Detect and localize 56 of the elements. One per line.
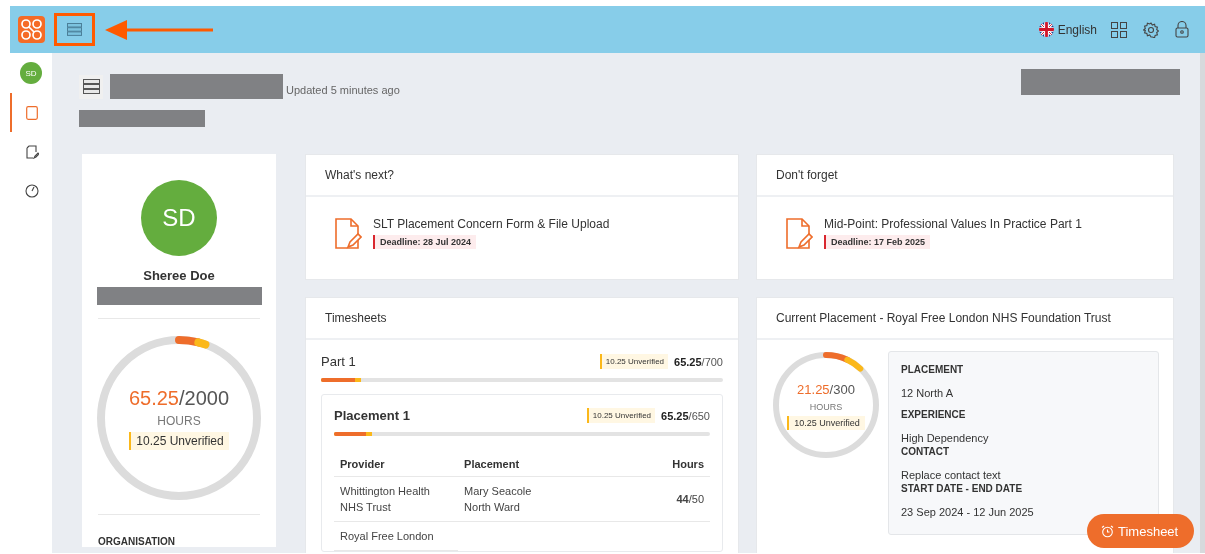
user-avatar: SD xyxy=(141,180,217,256)
column-header: Provider xyxy=(334,452,459,477)
hours-value: 21.25 xyxy=(797,382,830,397)
flag-icon xyxy=(1038,22,1054,37)
page-icon xyxy=(26,105,38,120)
deadline-badge: Deadline: 17 Feb 2025 xyxy=(824,235,931,249)
table-cell: 44/50 xyxy=(608,476,710,522)
hours-label: HOURS xyxy=(809,402,843,412)
card-title: What's next? xyxy=(325,168,394,182)
hours-count: 65.25/650 xyxy=(661,409,710,422)
table-cell: Royal Free London xyxy=(334,521,459,551)
detail-value: High Dependency xyxy=(901,432,990,444)
hours-value: 65.25 xyxy=(128,386,179,409)
gauge-icon xyxy=(25,183,39,198)
detail-value: 12 North A xyxy=(901,387,954,399)
table-cell: Mary Seacole North Ward xyxy=(458,476,609,522)
task-link[interactable]: Mid-Point: Professional Values In Practice Part 1 xyxy=(824,217,1082,231)
unverified-badge: 10.25 Unverified xyxy=(599,354,669,369)
detail-label: PLACEMENT xyxy=(901,364,965,375)
settings-icon[interactable] xyxy=(1143,21,1159,38)
section-title: Placement 1 xyxy=(334,408,410,423)
column-header: Hours xyxy=(608,452,710,477)
detail-label: CONTACT xyxy=(901,446,951,457)
lock-icon[interactable] xyxy=(1175,21,1189,38)
unverified-badge: 10.25 Unverified xyxy=(787,416,865,430)
section-heading: ORGANISATION xyxy=(98,536,176,547)
document-edit-icon xyxy=(334,217,362,251)
deadline-badge: Deadline: 28 Jul 2024 xyxy=(373,235,477,249)
grid-icon[interactable] xyxy=(1111,21,1127,38)
detail-value: 23 Sep 2024 - 12 Jun 2025 xyxy=(901,506,1035,518)
hours-label: HOURS xyxy=(157,413,201,428)
column-header: Placement xyxy=(458,452,609,477)
hours-total: /2000 xyxy=(179,386,230,409)
detail-label: START DATE - END DATE xyxy=(901,483,1024,494)
document-edit-icon xyxy=(25,144,39,159)
document-edit-icon xyxy=(785,217,813,251)
updated-time: Updated 5 minutes ago xyxy=(286,83,400,96)
list-icon xyxy=(82,79,100,94)
section-title: Part 1 xyxy=(321,354,356,369)
table-cell: Whittington Health NHS Trust xyxy=(334,476,459,522)
unverified-badge: 10.25 Unverified xyxy=(129,431,229,450)
alarm-clock-icon xyxy=(1101,524,1114,538)
hours-total: /300 xyxy=(829,382,855,397)
card-title: Don't forget xyxy=(776,168,838,182)
hours-count: 65.25/700 xyxy=(674,355,723,368)
task-link[interactable]: SLT Placement Concern Form & File Upload xyxy=(373,217,610,231)
detail-value: Replace contact text xyxy=(901,469,1002,481)
menu-icon xyxy=(67,23,82,36)
user-name: Sheree Doe xyxy=(143,268,215,283)
detail-label: EXPERIENCE xyxy=(901,409,967,420)
logo-icon[interactable] xyxy=(18,16,45,43)
card-title: Timesheets xyxy=(325,311,387,325)
unverified-badge: 10.25 Unverified xyxy=(586,408,656,423)
card-title: Current Placement - Royal Free London NHS Foundation Trust xyxy=(776,311,1111,325)
language-selector[interactable]: English xyxy=(1038,22,1097,37)
menu-button[interactable] xyxy=(54,13,95,46)
